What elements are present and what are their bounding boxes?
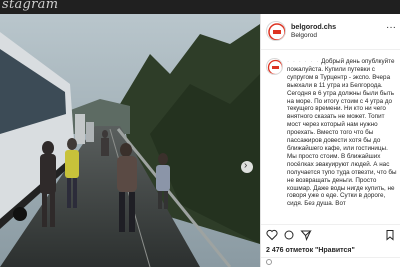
caption-avatar[interactable]: [266, 58, 283, 75]
share-icon[interactable]: [300, 229, 312, 241]
caption-body: Добрый день опублкуйте пожалуйста. Купил…: [287, 58, 397, 208]
caption-text: · · · · · · Добрый день опублкуйте пожал…: [287, 58, 399, 208]
post-header: belgorod.chs Belgorod ···: [261, 14, 400, 50]
post-location[interactable]: Belgorod: [291, 32, 317, 39]
emoji-icon[interactable]: [266, 259, 272, 265]
next-arrow-icon: ›: [244, 160, 248, 171]
instagram-logo[interactable]: stagram: [2, 0, 58, 12]
post-username[interactable]: belgorod.chs: [291, 22, 336, 31]
chs-logo-icon: [267, 59, 282, 74]
post-photo-image: [0, 14, 260, 267]
post-side-panel: belgorod.chs Belgorod ··· · · · · · · До…: [260, 14, 400, 267]
avatar[interactable]: [266, 21, 286, 41]
next-photo-button[interactable]: ›: [241, 160, 253, 173]
likes-count[interactable]: 2 476 отметок "Нравится": [266, 247, 355, 254]
chs-logo-icon: [268, 23, 285, 40]
comment-icon[interactable]: [283, 229, 295, 241]
bookmark-icon[interactable]: [384, 229, 396, 241]
heart-icon[interactable]: [266, 229, 278, 241]
add-comment-bar[interactable]: [261, 257, 400, 267]
more-icon[interactable]: ···: [386, 23, 396, 33]
caption-username[interactable]: · · · · · ·: [287, 58, 319, 65]
post-photo[interactable]: ›: [0, 14, 260, 267]
app-topbar: stagram: [0, 0, 400, 14]
post-actions: [261, 224, 400, 246]
post-caption: · · · · · · Добрый день опублкуйте пожал…: [266, 58, 399, 220]
